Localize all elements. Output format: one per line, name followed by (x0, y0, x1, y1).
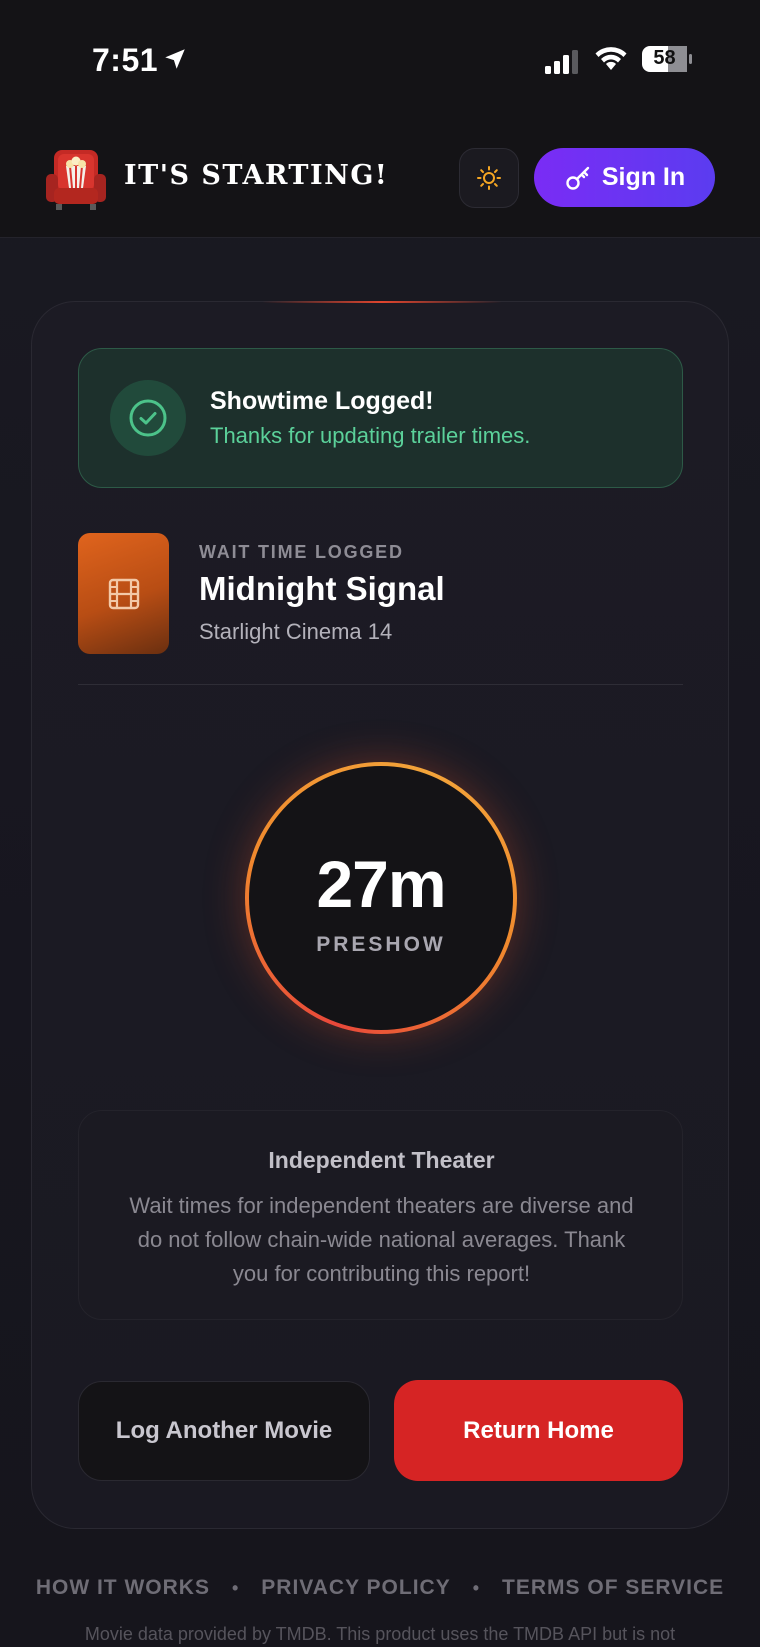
status-bar: 7:51 58 (0, 0, 760, 120)
success-banner: Showtime Logged! Thanks for updating tra… (78, 348, 683, 488)
sign-in-button[interactable]: Sign In (534, 148, 715, 207)
card-accent-glow (262, 301, 502, 303)
location-arrow-icon (165, 49, 185, 69)
footer-separator: • (472, 1577, 481, 1598)
divider (78, 684, 683, 685)
movie-kicker: WAIT TIME LOGGED (199, 542, 404, 562)
cellular-signal-icon (545, 50, 578, 74)
footer-link-how-it-works[interactable]: HOW IT WORKS (36, 1576, 210, 1600)
wait-time-label: PRESHOW (316, 933, 446, 956)
wait-time-display: 27m PRESHOW (249, 766, 513, 1030)
log-another-movie-button[interactable]: Log Another Movie (78, 1381, 370, 1481)
app-header: IT'S STARTING! Sign In (0, 120, 760, 238)
film-icon (108, 578, 139, 609)
footer-separator: • (231, 1577, 240, 1598)
theme-toggle-button[interactable] (459, 148, 519, 208)
sun-icon (477, 166, 501, 190)
independent-theater-note: Independent Theater Wait times for indep… (78, 1110, 683, 1320)
battery-indicator: 58 (641, 45, 693, 73)
footer-attribution: Movie data provided by TMDB. This produc… (84, 1624, 676, 1644)
note-title: Independent Theater (268, 1147, 495, 1173)
theater-name: Starlight Cinema 14 (199, 619, 393, 644)
note-body: Wait times for independent theaters are … (129, 1193, 634, 1286)
brand-name: IT'S STARTING! (124, 160, 389, 191)
sign-in-label: Sign In (601, 163, 686, 191)
footer-links: HOW IT WORKS • PRIVACY POLICY • TERMS OF… (0, 1576, 760, 1600)
footer-link-terms-of-service[interactable]: TERMS OF SERVICE (502, 1576, 724, 1600)
theater-seat-popcorn-icon (46, 150, 106, 210)
key-icon (566, 166, 590, 190)
wait-time-ring: 27m PRESHOW (245, 762, 517, 1034)
footer-link-privacy-policy[interactable]: PRIVACY POLICY (261, 1576, 450, 1600)
log-another-movie-label: Log Another Movie (115, 1417, 333, 1444)
check-circle-icon (110, 380, 186, 456)
return-home-button[interactable]: Return Home (394, 1380, 683, 1481)
wifi-icon (595, 47, 627, 70)
app-screen: 7:51 58 IT'S STARTING! Sign In Showtime … (0, 0, 760, 1647)
success-subtitle: Thanks for updating trailer times. (210, 423, 531, 448)
battery-level: 58 (653, 47, 676, 69)
movie-poster (78, 533, 169, 654)
success-title: Showtime Logged! (210, 387, 434, 415)
status-time: 7:51 (92, 42, 159, 78)
confirmation-card: Showtime Logged! Thanks for updating tra… (31, 301, 729, 1529)
wait-time-value: 27m (316, 847, 446, 921)
movie-title: Midnight Signal (199, 570, 445, 607)
return-home-label: Return Home (463, 1416, 614, 1444)
